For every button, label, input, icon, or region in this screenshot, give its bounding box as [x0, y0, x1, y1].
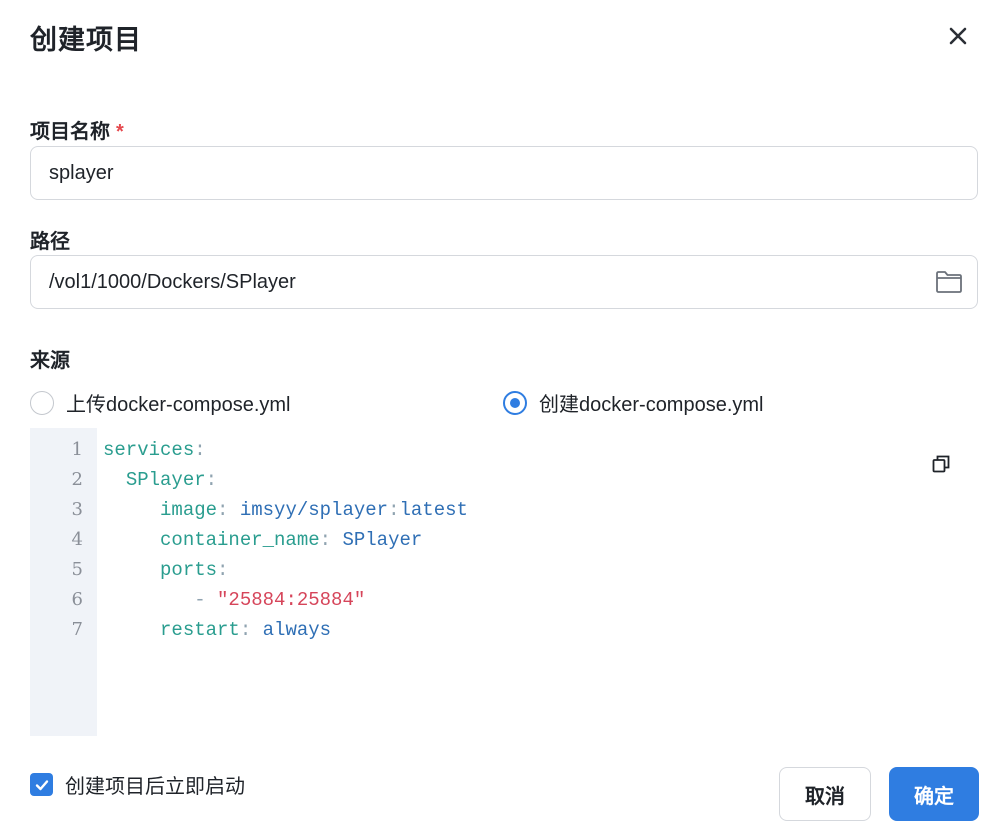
close-icon — [949, 27, 967, 45]
close-button[interactable] — [942, 20, 974, 52]
yaml-value: latest — [399, 499, 468, 521]
folder-icon — [936, 271, 962, 293]
yaml-key: container_name — [160, 529, 320, 551]
yaml-punctuation: - — [194, 589, 218, 611]
code-line: ports: — [103, 559, 228, 581]
yaml-value: imsyy/splayer — [239, 499, 389, 521]
source-option-upload[interactable]: 上传docker-compose.yml — [30, 388, 291, 417]
line-number: 1 — [71, 439, 83, 460]
code-line: container_name: SPlayer — [103, 529, 422, 551]
code-line: - "25884:25884" — [103, 589, 365, 611]
yaml-key: services — [103, 439, 195, 461]
browse-folder-button[interactable] — [934, 268, 964, 296]
yaml-punctuation: : — [205, 469, 218, 491]
source-option-upload-label: 上传docker-compose.yml — [66, 394, 291, 416]
yaml-key: restart — [160, 619, 240, 641]
yaml-punctuation: : — [217, 499, 240, 521]
line-number: 7 — [71, 619, 83, 640]
code-line: restart: always — [103, 619, 331, 641]
yaml-punctuation: : — [239, 619, 263, 641]
check-icon — [35, 779, 48, 790]
cancel-button[interactable]: 取消 — [779, 767, 871, 821]
yaml-value: SPlayer — [342, 529, 423, 551]
radio-create[interactable] — [503, 390, 527, 415]
radio-upload[interactable] — [30, 390, 54, 415]
yaml-punctuation: : — [217, 559, 229, 581]
yaml-punctuation: : — [194, 439, 206, 461]
yaml-value: always — [262, 619, 332, 641]
line-number: 5 — [71, 559, 83, 580]
line-number: 4 — [71, 529, 83, 550]
project-name-input[interactable] — [30, 146, 978, 200]
autostart-label: 创建项目后立即启动 — [65, 776, 245, 798]
source-option-create[interactable]: 创建docker-compose.yml — [503, 388, 764, 417]
copy-button[interactable] — [930, 453, 952, 475]
yaml-key: ports — [160, 559, 218, 581]
source-label: 来源 — [30, 350, 70, 372]
editor-gutter: 1 2 3 4 5 6 7 — [30, 428, 97, 736]
line-number: 3 — [71, 499, 83, 520]
project-name-label: 项目名称 * — [30, 115, 124, 144]
line-number: 2 — [71, 469, 83, 490]
confirm-button[interactable]: 确定 — [889, 767, 979, 821]
code-line: image: imsyy/splayer:latest — [103, 499, 468, 521]
required-mark: * — [116, 121, 124, 143]
code-line: SPlayer: — [103, 469, 217, 491]
yaml-punctuation: : — [388, 499, 400, 521]
yaml-key: image — [160, 499, 218, 521]
code-line: services: — [103, 439, 206, 461]
yaml-punctuation: : — [319, 529, 343, 551]
path-label: 路径 — [30, 231, 70, 253]
dialog-title: 创建项目 — [30, 25, 142, 55]
yaml-string: "25884:25884" — [217, 589, 366, 611]
source-option-create-label: 创建docker-compose.yml — [539, 394, 764, 416]
autostart-checkbox[interactable] — [30, 773, 53, 796]
project-name-label-text: 项目名称 — [30, 121, 110, 143]
yaml-key: SPlayer — [125, 469, 206, 491]
copy-icon — [932, 455, 950, 473]
line-number: 6 — [71, 589, 83, 610]
path-input[interactable] — [30, 255, 978, 309]
autostart-option[interactable]: 创建项目后立即启动 — [30, 770, 245, 799]
compose-editor[interactable]: 1 2 3 4 5 6 7 services: SPlayer: image: … — [30, 428, 978, 736]
